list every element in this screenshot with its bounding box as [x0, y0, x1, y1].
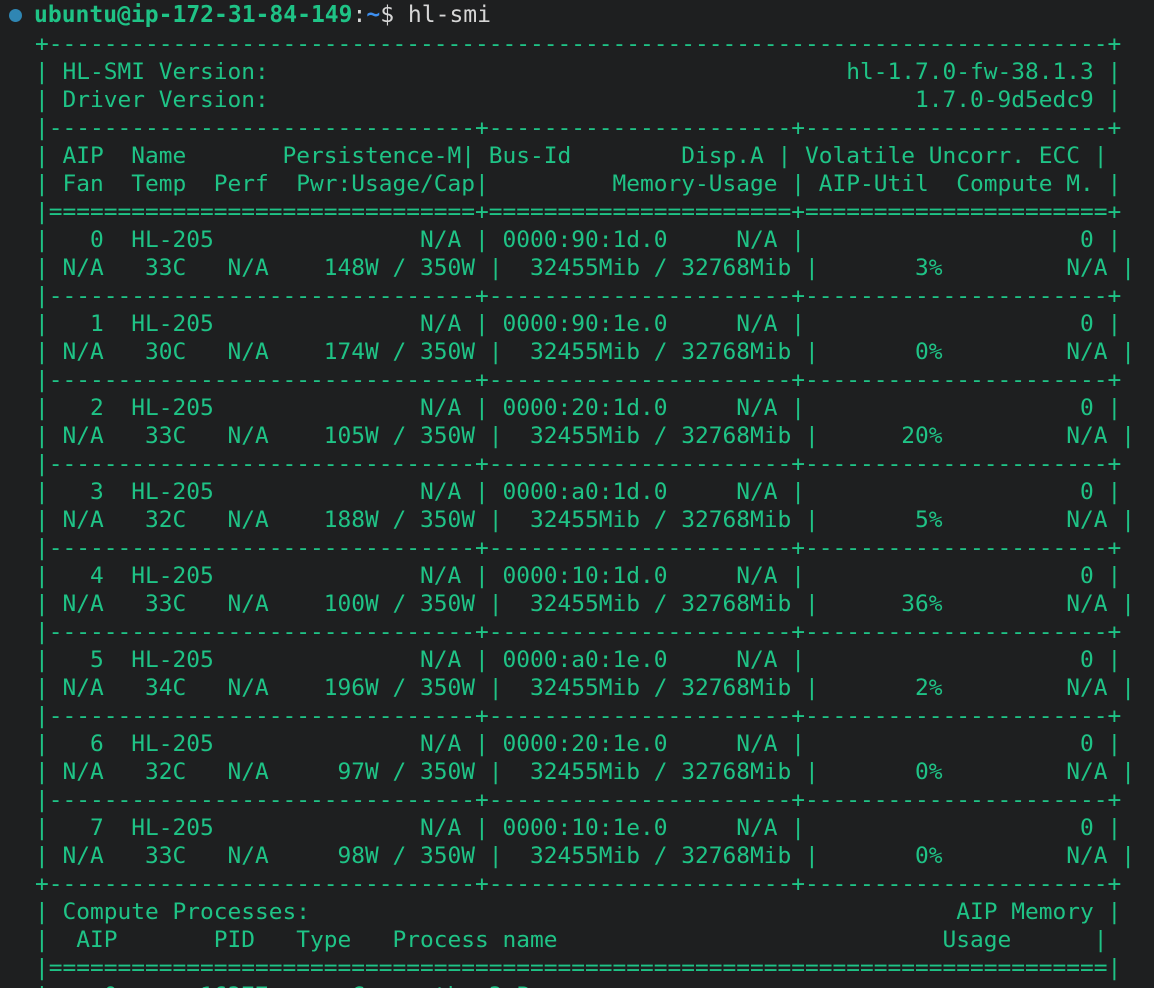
device-row: | 5 HL-205 N/A | 0000:a0:1e.0 N/A | 0 | — [35, 647, 1122, 673]
table-separator: |-------------------------------+-------… — [35, 703, 1122, 729]
device-row: | N/A 33C N/A 98W / 350W | 32455Mib / 32… — [35, 843, 1136, 869]
device-row: | 4 HL-205 N/A | 0000:10:1d.0 N/A | 0 | — [35, 563, 1122, 589]
device-row: | N/A 34C N/A 196W / 350W | 32455Mib / 3… — [35, 675, 1136, 701]
column-header-row: | AIP Name Persistence-M| Bus-Id Disp.A … — [35, 143, 1108, 169]
table-separator: |-------------------------------+-------… — [35, 535, 1122, 561]
device-row: | N/A 33C N/A 100W / 350W | 32455Mib / 3… — [35, 591, 1136, 617]
device-row: | 0 HL-205 N/A | 0000:90:1d.0 N/A | 0 | — [35, 227, 1122, 253]
table-separator: |-------------------------------+-------… — [35, 787, 1122, 813]
device-row: | 2 HL-205 N/A | 0000:20:1d.0 N/A | 0 | — [35, 395, 1122, 421]
hl-smi-version-line: | HL-SMI Version: hl-1.7.0-fw-38.1.3 | — [35, 59, 1122, 85]
device-row: | 1 HL-205 N/A | 0000:90:1e.0 N/A | 0 | — [35, 311, 1122, 337]
device-row: | N/A 32C N/A 97W / 350W | 32455Mib / 32… — [35, 759, 1136, 785]
column-header-row: | Fan Temp Perf Pwr:Usage/Cap| Memory-Us… — [35, 171, 1122, 197]
device-row: | 3 HL-205 N/A | 0000:a0:1d.0 N/A | 0 | — [35, 479, 1122, 505]
table-separator: |-------------------------------+-------… — [35, 451, 1122, 477]
device-row: | N/A 32C N/A 188W / 350W | 32455Mib / 3… — [35, 507, 1136, 533]
compute-processes-title: | Compute Processes: AIP Memory | — [35, 899, 1122, 925]
prompt-dollar: $ — [380, 2, 408, 28]
table-double-separator: |=======================================… — [35, 955, 1122, 981]
process-row: | 0 16377 C python3 P — [35, 982, 1135, 988]
table-double-separator: |===============================+=======… — [35, 199, 1122, 225]
table-separator: |-------------------------------+-------… — [35, 115, 1122, 141]
prompt-command: hl-smi — [407, 2, 492, 28]
device-row: | N/A 33C N/A 148W / 350W | 32455Mib / 3… — [35, 255, 1136, 281]
prompt-colon: : — [352, 2, 367, 28]
hl-smi-output: +---------------------------------------… — [35, 30, 1135, 988]
prompt-user-host: ubuntu@ip-172-31-84-149 — [34, 2, 353, 28]
device-row: | N/A 33C N/A 105W / 350W | 32455Mib / 3… — [35, 423, 1136, 449]
table-top-border: +---------------------------------------… — [35, 31, 1122, 57]
device-row: | 7 HL-205 N/A | 0000:10:1e.0 N/A | 0 | — [35, 815, 1122, 841]
device-row: | 6 HL-205 N/A | 0000:20:1e.0 N/A | 0 | — [35, 731, 1122, 757]
shell-prompt: ubuntu@ip-172-31-84-149 : ~ $ hl-smi — [0, 0, 491, 30]
status-dot-icon — [9, 8, 22, 22]
terminal-window[interactable]: ubuntu@ip-172-31-84-149 : ~ $ hl-smi +--… — [0, 0, 1154, 988]
table-separator: |-------------------------------+-------… — [35, 367, 1122, 393]
driver-version-line: | Driver Version: 1.7.0-9d5edc9 | — [35, 87, 1122, 113]
prompt-cwd: ~ — [366, 2, 381, 28]
table-separator: |-------------------------------+-------… — [35, 619, 1122, 645]
table-separator: |-------------------------------+-------… — [35, 283, 1122, 309]
process-column-headers: | AIP PID Type Process name Usage | — [35, 927, 1108, 953]
table-separator: +-------------------------------+-------… — [35, 871, 1122, 897]
device-row: | N/A 30C N/A 174W / 350W | 32455Mib / 3… — [35, 339, 1136, 365]
